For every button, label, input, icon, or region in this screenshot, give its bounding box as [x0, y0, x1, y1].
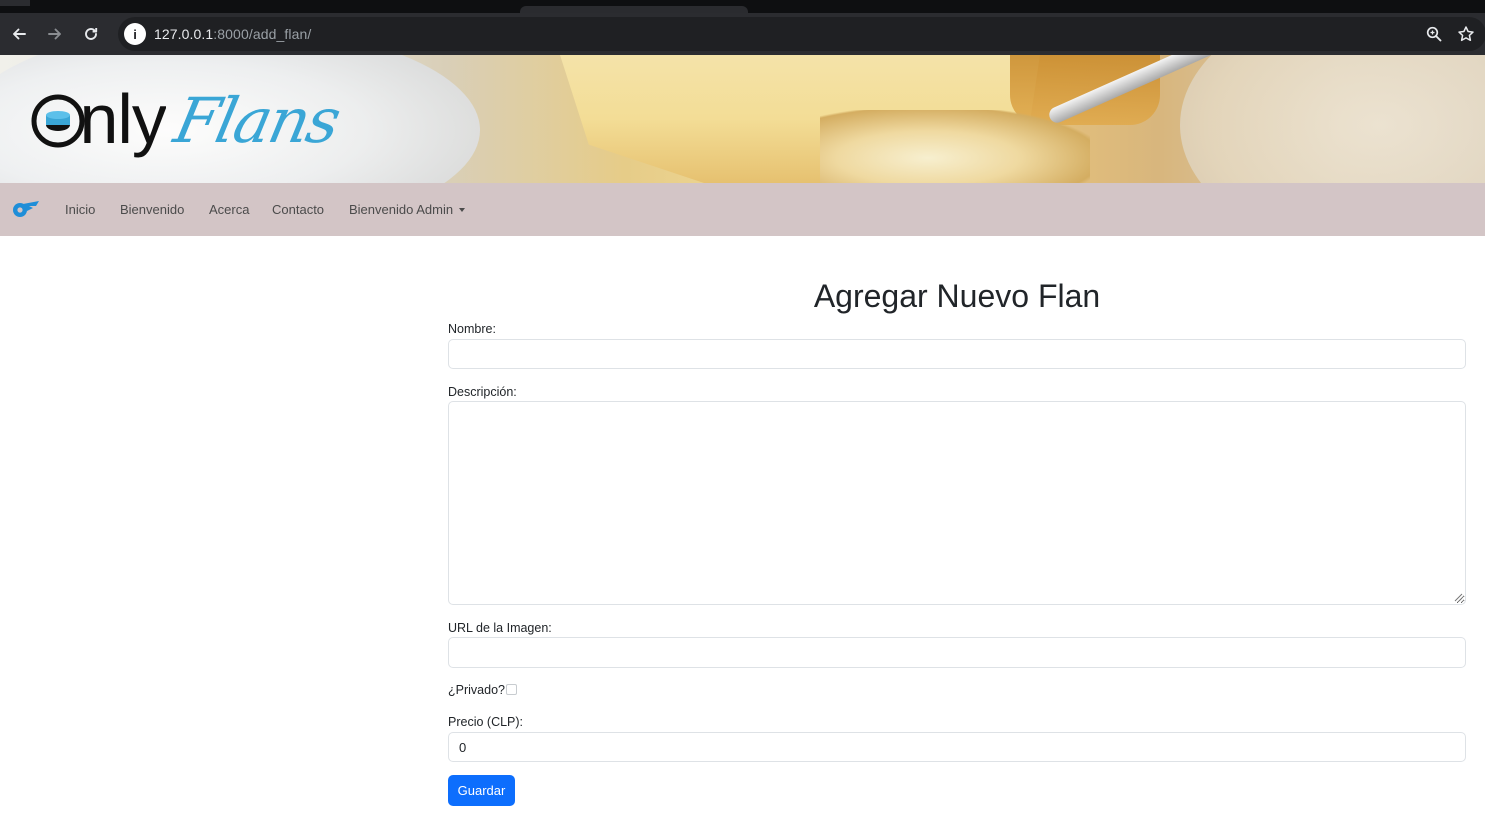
nombre-input[interactable]: [448, 339, 1466, 369]
browser-tab-strip: [0, 0, 1485, 13]
banner-plate-right: [1180, 55, 1485, 183]
imagen-label: URL de la Imagen:: [448, 621, 552, 635]
back-icon[interactable]: [6, 21, 32, 47]
guardar-button[interactable]: Guardar: [448, 775, 515, 806]
site-logo[interactable]: Only Flans: [28, 80, 388, 173]
nav-item-acerca[interactable]: Acerca: [209, 202, 249, 217]
banner-flan-crumbs: [820, 110, 1090, 183]
url-host: 127.0.0.1: [154, 26, 214, 42]
header-banner: Only Flans: [0, 55, 1485, 183]
chevron-down-icon: [459, 207, 466, 212]
imagen-url-input[interactable]: [448, 637, 1466, 668]
logo-text-script: Flans: [168, 84, 346, 157]
browser-tab[interactable]: [0, 0, 30, 6]
precio-input[interactable]: [448, 732, 1466, 762]
descripcion-textarea[interactable]: [448, 401, 1466, 605]
privado-label: ¿Privado?: [448, 683, 505, 697]
reload-icon[interactable]: [78, 21, 104, 47]
nav-dropdown-admin[interactable]: Bienvenido Admin: [349, 202, 466, 217]
nav-dropdown-admin-label: Bienvenido Admin: [349, 202, 454, 217]
zoom-icon[interactable]: [1424, 24, 1444, 44]
descripcion-label: Descripción:: [448, 385, 517, 399]
nav-item-inicio[interactable]: Inicio: [65, 202, 95, 217]
privado-checkbox[interactable]: [506, 684, 517, 695]
main-navbar: Inicio Bienvenido Acerca Contacto Bienve…: [0, 183, 1485, 236]
brand-logo-icon[interactable]: [12, 199, 40, 219]
browser-toolbar: i 127.0.0.1:8000/add_flan/: [0, 13, 1485, 55]
nav-item-contacto[interactable]: Contacto: [272, 202, 324, 217]
address-bar[interactable]: i 127.0.0.1:8000/add_flan/: [118, 17, 1485, 51]
nombre-label: Nombre:: [448, 322, 496, 336]
nav-item-bienvenido[interactable]: Bienvenido: [120, 202, 184, 217]
precio-label: Precio (CLP):: [448, 715, 524, 729]
site-info-icon[interactable]: i: [124, 23, 146, 45]
url-text[interactable]: 127.0.0.1:8000/add_flan/: [154, 26, 311, 42]
page-title: Agregar Nuevo Flan: [813, 278, 1101, 314]
browser-active-tab[interactable]: [520, 6, 748, 13]
forward-icon[interactable]: [42, 21, 68, 47]
url-path: :8000/add_flan/: [213, 26, 312, 42]
bookmark-star-icon[interactable]: [1456, 24, 1476, 44]
